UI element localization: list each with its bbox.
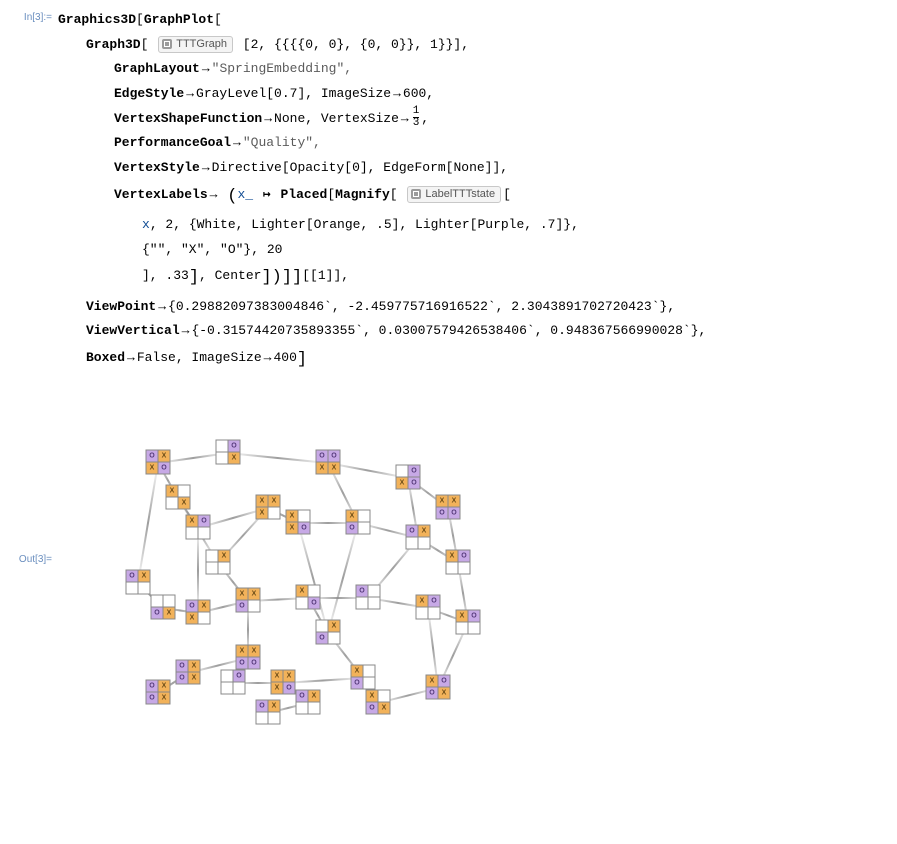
output-content: OXXOOXOOXXOXOXXOOXXXOXXXXXOXOOXXOOXOXOXX… [58,392,893,722]
input-code[interactable]: Graphics3D[GraphPlot[ Graph3D[ TTTGraph … [58,8,893,376]
opt-vertexshapefn: VertexShapeFunction [114,111,262,126]
resource-label: LabelTTTstate [425,188,495,201]
opt-graphlayout: GraphLayout [114,61,200,76]
opt-edgestyle: EdgeStyle [114,86,184,101]
fn-placed: Placed [281,187,328,202]
graph-node: XXX [256,495,281,520]
opt-boxed: Boxed [86,350,125,365]
code-text: False, ImageSize [137,350,262,365]
graph-node: OXO [396,465,421,490]
output-label: Out[3]= [4,550,58,565]
graph-node: O [356,585,381,610]
input-label: In[3]:= [4,8,58,23]
resource-icon [411,189,421,199]
graph-node: XO [416,595,441,620]
graph-node: OXXO [146,450,171,475]
resource-icon [162,39,172,49]
code-text: 2, {{{{0, 0}, {0, 0}}, 1}}], [251,37,469,52]
fn-magnify: Magnify [335,187,390,202]
graph-node: OX [256,700,281,725]
resource-label: TTTGraph [176,38,227,51]
code-text: , 2, {White, Lighter[Orange, .5], Lighte… [150,217,579,232]
graph-node: X [206,550,231,575]
graph-node: OX [406,525,431,550]
graph-node: OXX [186,600,211,625]
graph-node: OXOX [176,660,201,685]
code-text: {-0.31574420735893355`, 0.03007579426538… [191,323,706,338]
opt-vertexlabels: VertexLabels [114,187,208,202]
graph-node: O [221,670,246,695]
opt-viewvertical: ViewVertical [86,323,180,338]
code-text: GrayLevel[0.7], ImageSize [196,86,391,101]
graph-edge [228,452,328,464]
opt-performancegoal: PerformanceGoal [114,135,231,150]
graph-node: XO [456,610,481,635]
fn-graph3d: Graph3D [86,37,141,52]
str-spring: "SpringEmbedding", [212,61,352,76]
input-cell: In[3]:= Graphics3D[GraphPlot[ Graph3D[ T… [0,0,897,384]
fn-graphics3d: Graphics3D [58,12,136,27]
graph-node: XX [166,485,191,510]
code-text: ], .33 [142,268,189,283]
code-text: 600, [403,86,434,101]
graph-node: XOX [366,690,391,715]
graph-node: XXO [286,510,311,535]
graph-node: OX [296,690,321,715]
graph-node: XO [186,515,211,540]
output-cell: Out[3]= OXXOOXOOXXOXOXXOOXXXOXXXXXOXOOXX… [0,384,897,730]
graphics3d-output[interactable]: OXXOOXOOXXOXOXXOOXXXOXXXXXOXOOXXOOXOXOXX… [98,422,498,722]
fn-graphplot: GraphPlot [144,12,214,27]
graph-node: XO [346,510,371,535]
resource-function-tttgraph[interactable]: TTTGraph [158,36,233,53]
pattern-x: x_ [237,187,253,202]
graph-node: XO [446,550,471,575]
graph-node: XXXO [271,670,296,695]
opt-vertexstyle: VertexStyle [114,160,200,175]
graph-node: OX [151,595,176,620]
code-text: None, VertexSize [274,111,399,126]
code-text: Directive[Opacity[0], EdgeForm[None]], [212,160,508,175]
graph-node: OOXX [316,450,341,475]
str-quality: "Quality", [243,135,321,150]
graph-edge [327,523,359,634]
symbol-x: x [142,217,150,232]
graph-node: XOOX [426,675,451,700]
code-text: [[1]], [302,268,349,283]
graph-node: XO [351,665,376,690]
graph-node: OX [216,440,241,465]
graph-node: XO [296,585,321,610]
graph-node: OXOX [146,680,171,705]
graph-node: XXOO [436,495,461,520]
graph-node: XXO [236,588,261,613]
code-text: , Center [199,268,261,283]
graph-edge [137,463,159,583]
graph-node: XXOO [236,645,261,670]
code-text: {0.29882097383004846`, -2.45977571691652… [168,299,675,314]
graph-node: OX [126,570,151,595]
resource-function-labeltttstate[interactable]: LabelTTTstate [407,186,501,203]
fraction: 13 [411,106,422,129]
opt-viewpoint: ViewPoint [86,299,156,314]
code-text: 400 [273,350,296,365]
graph-node: XO [316,620,341,645]
code-text: {"", "X", "O"}, 20 [142,242,282,257]
code-text: , [421,111,429,126]
graph-edge [297,523,329,634]
